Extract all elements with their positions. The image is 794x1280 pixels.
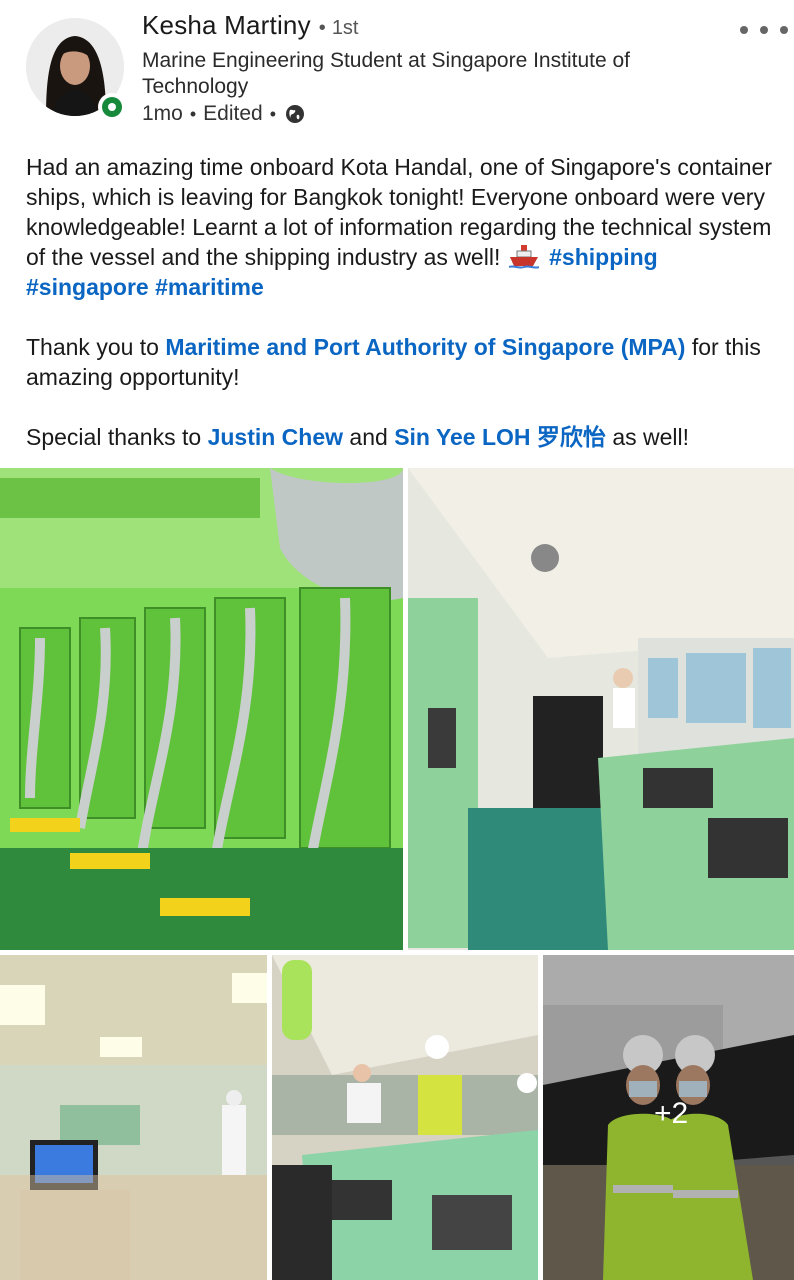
photo-engine-room[interactable] <box>0 468 403 950</box>
special-and: and <box>349 424 388 450</box>
edited-label: Edited <box>203 102 263 125</box>
hashtag-shipping[interactable]: #shipping <box>549 244 658 270</box>
special-suffix: as well! <box>612 424 690 450</box>
mention-justin-chew[interactable]: Justin Chew <box>208 424 343 450</box>
post-header: Kesha Martiny • 1st Marine Engineering S… <box>0 0 794 135</box>
post-meta: 1mo • Edited • <box>142 102 305 126</box>
author-headline: Marine Engineering Student at Singapore … <box>142 49 630 98</box>
post-paragraph: Had an amazing time onboard Kota Handal,… <box>26 152 786 302</box>
more-options-icon[interactable] <box>740 22 788 38</box>
post-time: 1mo <box>142 102 183 125</box>
photo-crew-on-deck[interactable]: +2 <box>543 955 794 1280</box>
hashtag-maritime[interactable]: #maritime <box>155 274 264 300</box>
hashtag-singapore[interactable]: #singapore <box>26 274 149 300</box>
connection-degree: 1st <box>331 17 359 39</box>
mention-mpa[interactable]: Maritime and Port Authority of Singapore… <box>165 334 685 360</box>
post-body: Had an amazing time onboard Kota Handal,… <box>26 152 786 452</box>
more-photos-count[interactable]: +2 <box>654 1097 688 1131</box>
special-prefix: Special thanks to <box>26 424 202 450</box>
online-status-icon <box>98 93 126 121</box>
photo-ship-bridge[interactable] <box>408 468 794 950</box>
mention-sin-yee-loh[interactable]: Sin Yee LOH 罗欣怡 <box>394 424 606 450</box>
post-paragraph: Special thanks to Justin Chew and Sin Ye… <box>26 422 786 452</box>
photo-control-room[interactable] <box>0 955 267 1280</box>
author-name-row: Kesha Martiny • 1st <box>142 10 359 41</box>
separator-dot: • <box>269 103 277 124</box>
author-name[interactable]: Kesha Martiny <box>142 10 311 41</box>
separator-dot: • <box>318 17 326 39</box>
separator-dot: • <box>189 103 197 124</box>
post-text-main: Had an amazing time onboard Kota Handal,… <box>26 154 772 270</box>
globe-icon <box>286 105 305 123</box>
thanks-prefix: Thank you to <box>26 334 159 360</box>
post-paragraph: Thank you to Maritime and Port Authority… <box>26 332 786 392</box>
ship-emoji-icon <box>508 245 539 269</box>
photo-bridge-console[interactable] <box>272 955 538 1280</box>
